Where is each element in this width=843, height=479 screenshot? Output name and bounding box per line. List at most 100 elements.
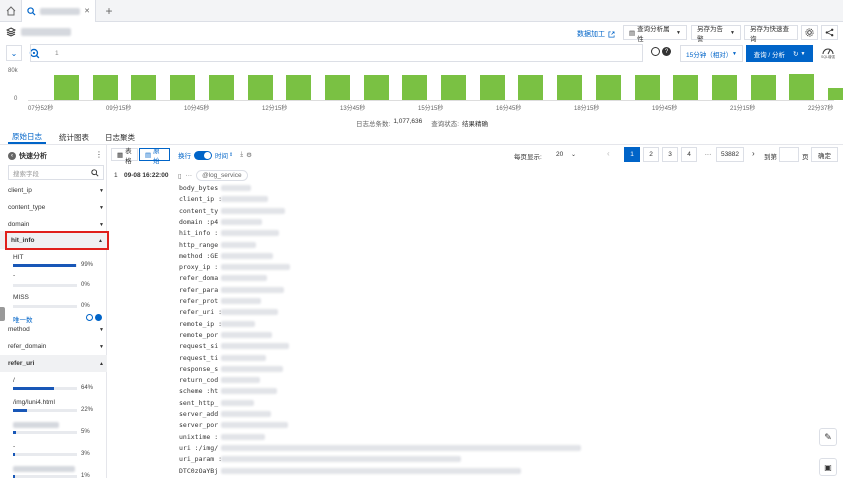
log-field-value-redacted (221, 196, 268, 203)
histogram-bar[interactable] (750, 74, 776, 100)
next-page-icon[interactable]: › (752, 149, 755, 158)
page-ellipsis[interactable]: ··· (700, 147, 716, 162)
download-icon[interactable]: ⤓ (240, 151, 243, 159)
field-search-input[interactable]: 搜索字段 (8, 165, 104, 180)
edit-icon[interactable]: ✎ (819, 428, 837, 446)
search-analyze-button[interactable]: 查询 / 分析 ↻ ▼ (746, 45, 813, 62)
info-icon[interactable] (86, 314, 93, 321)
query-input[interactable]: 1 (30, 44, 643, 62)
sql-enhance-toggle[interactable]: SQL增强 (818, 45, 838, 63)
log-source-tag[interactable]: @log_service (196, 170, 248, 181)
histogram-bar[interactable] (324, 74, 350, 100)
refer-uri-value-label[interactable]: - (13, 443, 15, 450)
redacted-value (13, 422, 59, 428)
query-attr-button[interactable]: ▤ 查询分析属性 ▼ (623, 25, 687, 43)
prev-page-icon[interactable]: ‹ (607, 149, 610, 158)
search-icon (27, 6, 36, 16)
save-quick-query-button[interactable]: 另存为快速查询 (744, 25, 798, 43)
x-axis (28, 100, 834, 101)
hit-value-label[interactable]: HIT (13, 254, 23, 261)
home-button[interactable] (0, 0, 22, 22)
histogram-bar[interactable] (828, 87, 843, 100)
field-refer-domain[interactable]: refer_domain ▼ (8, 343, 104, 350)
histogram-bar[interactable] (286, 74, 312, 100)
settings-button[interactable] (801, 25, 818, 40)
help-icon[interactable]: ? (662, 47, 671, 56)
goto-confirm-button[interactable]: 确定 (811, 147, 838, 162)
miss-value-label[interactable]: MISS (13, 294, 29, 301)
caret-down-icon: ▼ (99, 326, 104, 333)
log-field-key: refer_uri : (179, 308, 223, 317)
field-method[interactable]: method ▼ (8, 326, 104, 333)
histogram-bar[interactable] (479, 74, 505, 100)
histogram-bar[interactable] (634, 74, 660, 100)
histogram-bar[interactable] (595, 74, 621, 100)
chevron-left-icon[interactable]: ‹ (8, 152, 16, 160)
tab-raw-logs[interactable]: 原始日志 (8, 130, 46, 144)
save-alert-button[interactable]: 另存为告警 ▼ (691, 25, 741, 43)
time-range-select[interactable]: 15分钟（相对） ▼ (680, 45, 743, 62)
histogram-bar[interactable] (557, 74, 583, 100)
time-sort-button[interactable]: 时间 ⇕ (215, 150, 233, 160)
document-icon[interactable]: ▯ (178, 172, 182, 180)
x-tick: 15分15秒 (418, 106, 444, 112)
goto-page-input[interactable] (779, 147, 799, 162)
collapse-button[interactable]: ⌄ (6, 45, 22, 61)
view-table-button[interactable]: ▦ 表格 (111, 148, 138, 165)
add-tab-button[interactable]: + (100, 0, 118, 22)
log-field-key: sent_http_ (179, 398, 219, 407)
clock-icon[interactable] (651, 47, 660, 56)
log-field-key: method :GE (179, 251, 219, 260)
caret-down-icon: ▼ (676, 29, 681, 36)
histogram-bar[interactable] (247, 74, 273, 100)
more-icon[interactable]: ··· (186, 172, 193, 179)
per-page-select[interactable]: 20 ⌄ (550, 147, 582, 162)
histogram-bar[interactable] (518, 74, 544, 100)
refer-uri-value-bar (13, 409, 77, 412)
field-content-type[interactable]: content_type ▼ (8, 204, 104, 211)
histogram-bar[interactable] (363, 74, 389, 100)
tab-stat-chart[interactable]: 统计图表 (55, 130, 93, 144)
field-refer-uri[interactable]: refer_uri ▲ (8, 360, 104, 367)
histogram-bar[interactable] (673, 74, 699, 100)
field-client-ip[interactable]: client_ip ▼ (8, 187, 104, 194)
histogram-bar[interactable] (131, 74, 157, 100)
view-raw-button[interactable]: ▤ 原始 (139, 148, 170, 165)
field-domain[interactable]: domain ▼ (8, 221, 104, 228)
log-field-value-redacted (221, 365, 283, 372)
page-1[interactable]: 1 (624, 147, 640, 162)
page-last[interactable]: 53882 (716, 147, 744, 162)
histogram-bar[interactable] (402, 74, 428, 100)
unique-count-link[interactable]: 唯一数 (13, 314, 33, 324)
wrap-toggle[interactable] (194, 150, 212, 160)
tab-log-cluster[interactable]: 日志聚类 (101, 130, 139, 144)
histogram-bar[interactable] (54, 74, 79, 100)
sidebar-drag-handle[interactable] (0, 307, 5, 321)
chat-icon[interactable]: ▣ (819, 458, 837, 476)
histogram-bar[interactable] (711, 74, 737, 100)
data-process-link[interactable]: 数据加工 (577, 29, 615, 39)
page-2[interactable]: 2 (643, 147, 659, 162)
close-icon[interactable]: ✕ (84, 7, 90, 15)
y-tick-top: 80k (8, 68, 18, 74)
dash-value-label[interactable]: - (13, 272, 15, 279)
tab-logstore[interactable]: ✕ (22, 0, 96, 22)
histogram-bar[interactable] (208, 74, 234, 100)
histogram-bar[interactable] (92, 74, 118, 100)
field-hit-info[interactable]: hit_info ▲ (5, 231, 109, 250)
share-button[interactable] (821, 25, 838, 40)
caret-down-icon: ▼ (99, 204, 104, 211)
refer-uri-value-label[interactable]: /img/luni4.html (13, 399, 55, 406)
histogram-bar[interactable] (441, 74, 466, 100)
histogram-bar[interactable] (789, 73, 815, 100)
page-4[interactable]: 4 (681, 147, 697, 162)
log-time: 09-08 16:22:00 (124, 172, 169, 179)
refer-uri-value-label[interactable]: / (13, 377, 15, 384)
chart-icon[interactable] (95, 314, 102, 321)
more-icon[interactable]: ⋮ (95, 150, 103, 159)
log-field-value-redacted (221, 230, 279, 237)
histogram-bar[interactable] (170, 74, 196, 100)
page-3[interactable]: 3 (662, 147, 678, 162)
gear-icon[interactable]: ⚙ (246, 151, 252, 159)
log-field-key: client_ip : (179, 195, 223, 204)
